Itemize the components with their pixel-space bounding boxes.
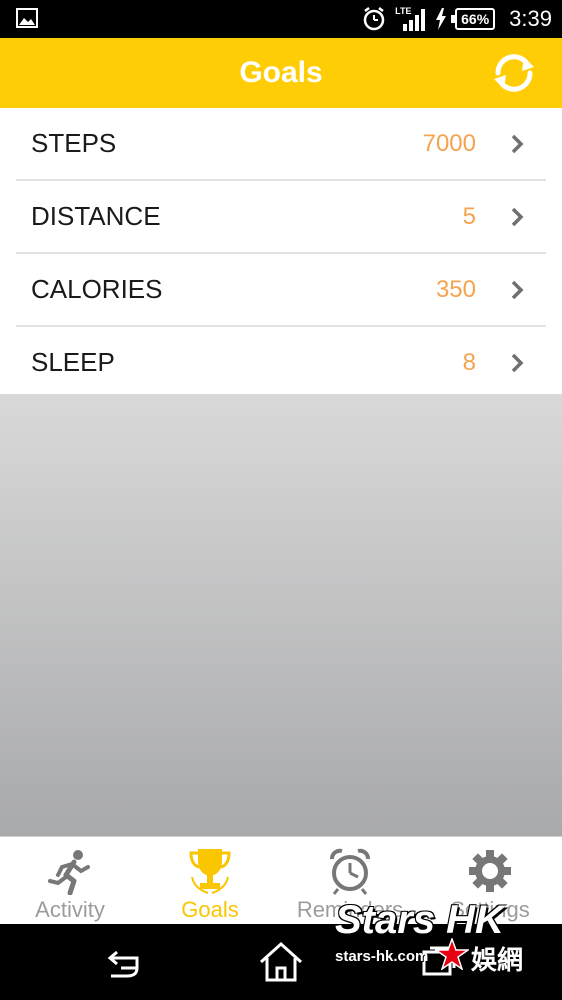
battery-level: 66% xyxy=(461,11,490,27)
trophy-icon xyxy=(189,849,231,894)
goal-row-steps[interactable]: STEPS 7000 xyxy=(16,108,546,181)
goal-label: DISTANCE xyxy=(31,201,161,231)
goal-row-calories[interactable]: CALORIES 350 xyxy=(16,254,546,327)
tab-goals[interactable]: Goals xyxy=(140,837,280,925)
goal-value: 8 xyxy=(462,349,476,376)
tab-label: Goals xyxy=(181,897,239,922)
watermark-url: stars-hk.com xyxy=(335,948,429,965)
chevron-right-icon xyxy=(511,353,524,373)
status-bar: LTE 66% 3:39 xyxy=(0,0,562,38)
watermark-title: Stars HK xyxy=(335,898,504,942)
signal-icon: LTE xyxy=(395,6,427,32)
alarm-icon xyxy=(363,7,385,31)
gear-icon xyxy=(469,850,511,892)
tab-activity[interactable]: Activity xyxy=(0,837,140,925)
goal-row-sleep[interactable]: SLEEP 8 xyxy=(16,327,546,398)
chevron-right-icon xyxy=(511,280,524,300)
alarm-clock-icon xyxy=(330,848,370,895)
watermark-cjk: 娛網 xyxy=(471,946,524,976)
tab-label: Activity xyxy=(35,897,105,922)
star-icon xyxy=(435,938,469,970)
home-icon[interactable] xyxy=(253,938,309,986)
goal-value: 350 xyxy=(435,276,476,303)
goal-label: SLEEP xyxy=(31,347,115,377)
goal-label: STEPS xyxy=(31,128,117,158)
sync-icon[interactable] xyxy=(490,51,538,95)
goals-list: STEPS 7000 DISTANCE 5 CALORIES 350 SLEEP… xyxy=(0,108,562,398)
back-icon[interactable] xyxy=(97,938,153,986)
charging-icon xyxy=(436,8,447,30)
runner-icon xyxy=(48,850,90,895)
app-header: Goals xyxy=(0,38,562,108)
clock-time: 3:39 xyxy=(509,6,552,31)
goal-value: 5 xyxy=(462,203,476,230)
goal-label: CALORIES xyxy=(31,274,163,304)
chevron-right-icon xyxy=(511,207,524,227)
image-icon xyxy=(16,8,38,28)
watermark: Stars HK stars-hk.com 娛網 xyxy=(335,898,550,978)
chevron-right-icon xyxy=(511,134,524,154)
battery-icon: 66% xyxy=(451,8,496,30)
goal-row-distance[interactable]: DISTANCE 5 xyxy=(16,181,546,254)
page-title: Goals xyxy=(239,56,323,89)
goal-value: 7000 xyxy=(422,130,476,157)
empty-content-area xyxy=(0,394,562,836)
